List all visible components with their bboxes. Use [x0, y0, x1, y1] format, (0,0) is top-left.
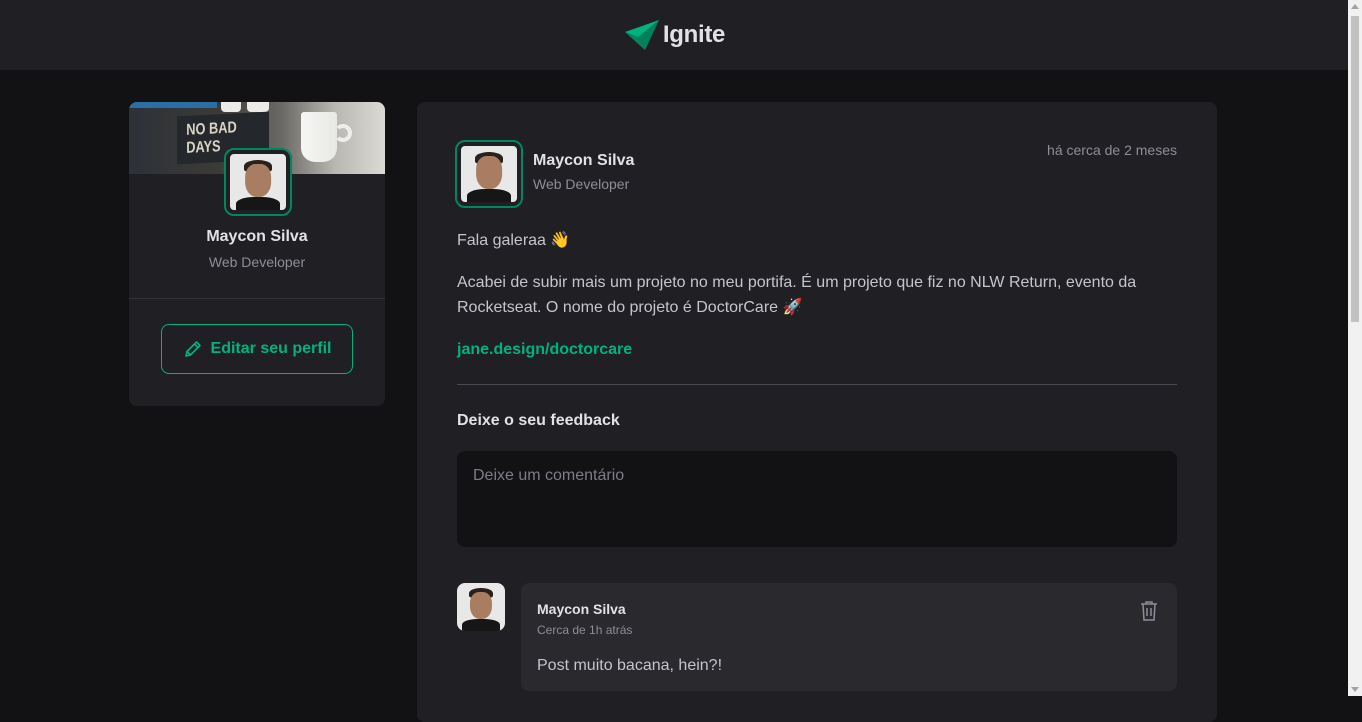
ignite-logo-icon: [624, 20, 659, 50]
cover-shape: [129, 102, 217, 108]
avatar[interactable]: [455, 140, 523, 208]
edit-profile-label: Editar seu perfil: [210, 340, 332, 357]
scroll-down-icon[interactable]: [1351, 687, 1359, 692]
cover-shape: [221, 102, 241, 112]
avatar-face: [476, 156, 502, 189]
app-header: Ignite: [0, 0, 1348, 70]
comment-time: Cerca de 1h atrás: [537, 623, 633, 637]
comment-input[interactable]: [457, 451, 1177, 547]
post-paragraph: Fala galeraa 👋: [457, 232, 571, 249]
author-role: Web Developer: [533, 176, 630, 192]
comment-card: Maycon Silva Cerca de 1h atrás Post muit…: [521, 583, 1177, 691]
comment-text: Post muito bacana, hein?!: [537, 657, 723, 674]
avatar-shirt: [466, 188, 512, 202]
divider: [457, 384, 1177, 385]
cover-shape: [247, 102, 269, 112]
post-content: Fala galeraa 👋 Acabei de subir mais um p…: [457, 228, 1177, 379]
avatar[interactable]: [224, 148, 292, 216]
comment-author: Maycon Silva: [537, 601, 626, 617]
profile-role: Web Developer: [208, 254, 306, 270]
avatar-shirt: [461, 619, 501, 631]
avatar-face: [245, 164, 271, 197]
cover-mug: [301, 112, 337, 162]
avatar-face: [469, 591, 493, 620]
post-card: Maycon Silva Web Developer há cerca de 2…: [417, 102, 1217, 722]
feedback-title: Deixe o seu feedback: [457, 412, 620, 429]
comment-avatar[interactable]: [457, 583, 505, 631]
logo-text: Ignite: [662, 21, 726, 48]
scroll-thumb[interactable]: [1351, 16, 1359, 322]
profile-name: Maycon Silva: [206, 228, 308, 245]
profile-sidebar: NO BAD DAYS Maycon Silva Web Developer E…: [129, 102, 385, 406]
delete-comment-button[interactable]: [1137, 599, 1161, 623]
logo[interactable]: Ignite: [624, 20, 726, 50]
trash-icon: [1141, 601, 1157, 621]
pencil-icon: [184, 341, 201, 357]
edit-profile-button[interactable]: Editar seu perfil: [161, 324, 353, 374]
post-paragraph: Acabei de subir mais um projeto no meu p…: [457, 274, 1137, 316]
scroll-up-icon[interactable]: [1351, 4, 1359, 9]
avatar-shirt: [235, 196, 281, 210]
scrollbar[interactable]: [1348, 0, 1362, 696]
divider: [129, 298, 385, 299]
author-name: Maycon Silva: [533, 152, 635, 169]
post-link[interactable]: jane.design/doctorcare: [457, 341, 632, 358]
post-time[interactable]: há cerca de 2 meses: [1047, 142, 1177, 158]
cover-mug-handle: [334, 124, 352, 142]
